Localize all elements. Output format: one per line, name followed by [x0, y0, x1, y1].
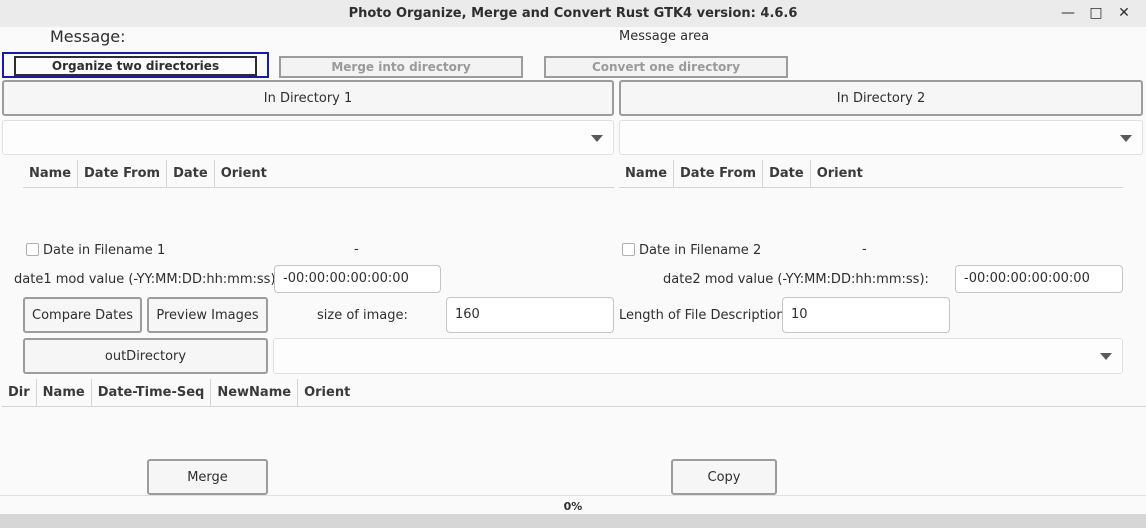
- dir1-list-header: Name Date From Date Orient: [23, 160, 614, 188]
- in-directory-2-button[interactable]: In Directory 2: [619, 80, 1143, 116]
- column-header[interactable]: Date-Time-Seq: [92, 379, 212, 406]
- date-in-filename-1-label: Date in Filename 1: [43, 243, 166, 258]
- message-area: Message area: [619, 29, 710, 44]
- date1-mod-input[interactable]: -00:00:00:00:00:00: [274, 265, 441, 293]
- chevron-down-icon: [1100, 353, 1112, 360]
- directory-2-dropdown[interactable]: [619, 120, 1143, 155]
- date2-mod-input[interactable]: -00:00:00:00:00:00: [955, 265, 1123, 293]
- date2-mod-label: date2 mod value (-YY:MM:DD:hh:mm:ss):: [663, 272, 929, 287]
- out-directory-button[interactable]: outDirectory: [23, 338, 268, 374]
- column-header[interactable]: Name: [23, 160, 79, 187]
- compare-dates-button[interactable]: Compare Dates: [23, 297, 142, 333]
- directory-1-dropdown[interactable]: [2, 120, 614, 155]
- date-in-filename-1-checkbox[interactable]: [26, 243, 39, 256]
- progress-text: 0%: [563, 500, 583, 513]
- column-header[interactable]: Date From: [78, 160, 168, 187]
- length-of-file-description-label: Length of File Description:: [619, 308, 789, 323]
- date1-mod-label: date1 mod value (-YY:MM:DD:hh:mm:ss):: [14, 272, 280, 287]
- column-header[interactable]: Orient: [811, 160, 869, 187]
- size-of-image-input[interactable]: 160: [446, 297, 614, 333]
- column-header[interactable]: Name: [619, 160, 675, 187]
- dir2-list-header: Name Date From Date Orient: [619, 160, 1123, 188]
- tab-convert-one-directory[interactable]: Convert one directory: [544, 56, 788, 78]
- size-of-image-label: size of image:: [317, 308, 408, 323]
- tab-organize-two-directories[interactable]: Organize two directories: [14, 56, 257, 76]
- in-directory-1-button[interactable]: In Directory 1: [2, 80, 614, 116]
- preview-images-button[interactable]: Preview Images: [147, 297, 268, 333]
- copy-button[interactable]: Copy: [671, 459, 777, 495]
- output-list-header: Dir Name Date-Time-Seq NewName Orient: [2, 379, 1146, 407]
- progress-bar: [0, 514, 1146, 528]
- date-in-filename-2-checkbox[interactable]: [622, 243, 635, 256]
- window-title: Photo Organize, Merge and Convert Rust G…: [348, 6, 798, 21]
- chevron-down-icon: [1120, 135, 1132, 142]
- column-header[interactable]: NewName: [211, 379, 299, 406]
- close-icon[interactable]: ✕: [1114, 3, 1134, 23]
- out-directory-dropdown[interactable]: [273, 338, 1123, 374]
- column-header[interactable]: Orient: [298, 379, 356, 406]
- column-header[interactable]: Date: [763, 160, 811, 187]
- minimize-icon[interactable]: —: [1058, 3, 1078, 23]
- message-label: Message:: [50, 27, 126, 46]
- merge-button[interactable]: Merge: [147, 459, 268, 495]
- dir2-status: -: [862, 242, 867, 257]
- date-in-filename-2-label: Date in Filename 2: [639, 243, 762, 258]
- maximize-icon[interactable]: □: [1086, 3, 1106, 23]
- column-header[interactable]: Orient: [215, 160, 273, 187]
- length-of-file-description-input[interactable]: 10: [782, 297, 950, 333]
- column-header[interactable]: Name: [37, 379, 92, 406]
- chevron-down-icon: [591, 135, 603, 142]
- dir1-status: -: [354, 242, 359, 257]
- tab-merge-into-directory[interactable]: Merge into directory: [279, 56, 523, 78]
- column-header[interactable]: Date From: [674, 160, 764, 187]
- column-header[interactable]: Date: [167, 160, 215, 187]
- column-header[interactable]: Dir: [2, 379, 37, 406]
